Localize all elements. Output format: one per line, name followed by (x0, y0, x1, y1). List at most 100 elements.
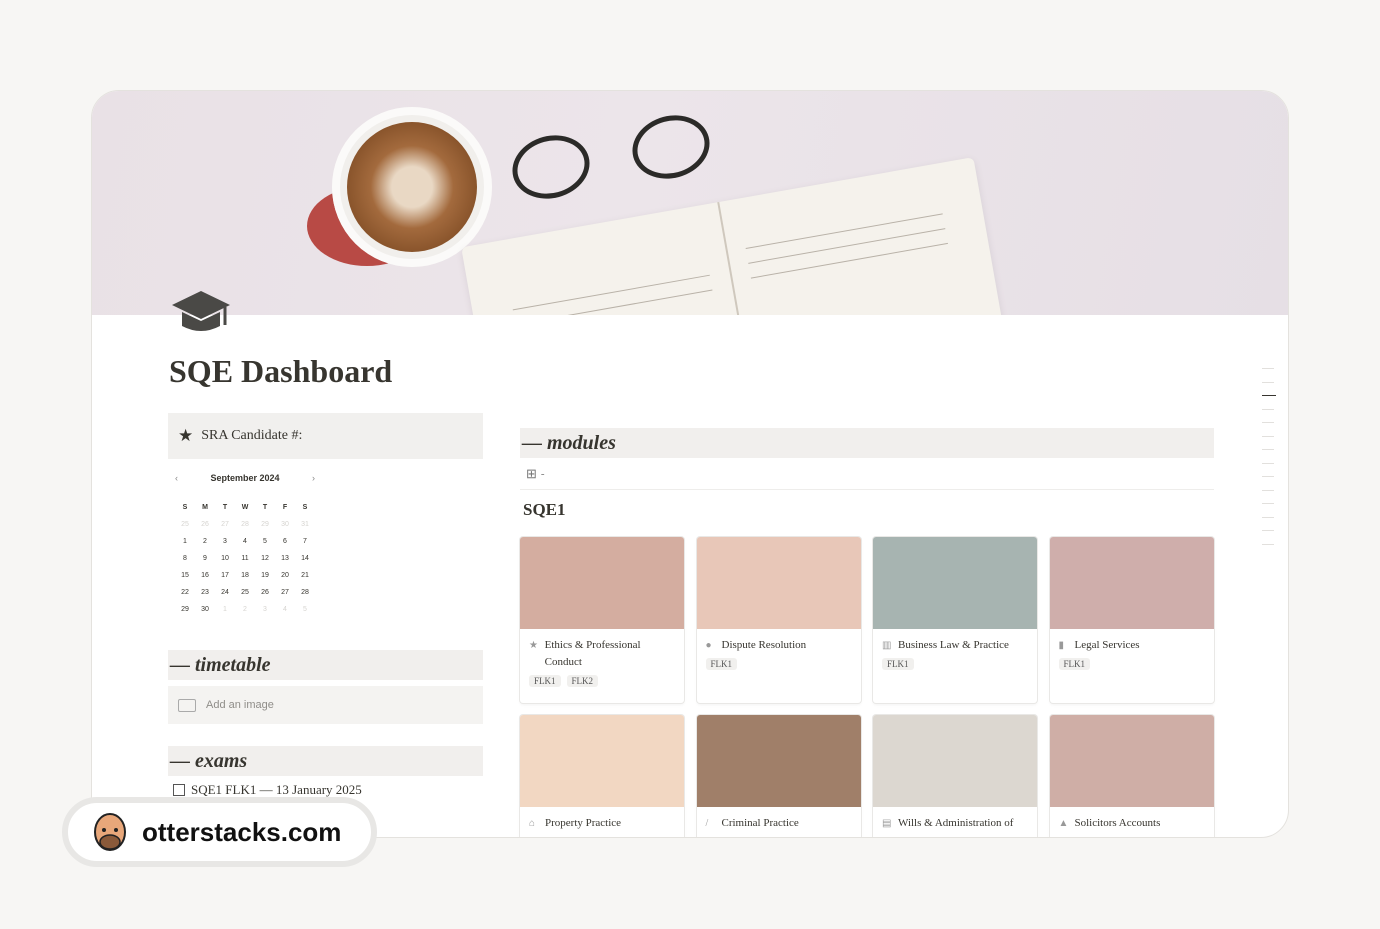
calendar-day[interactable]: 9 (195, 550, 215, 567)
toc-entry[interactable] (1262, 462, 1274, 464)
calendar-day[interactable]: 12 (255, 550, 275, 567)
calendar-month: September 2024 (210, 473, 280, 483)
calendar-day[interactable]: 5 (255, 533, 275, 550)
toc-entry[interactable] (1262, 408, 1274, 410)
tag: FLK1 (529, 675, 561, 687)
toc-entry[interactable] (1262, 422, 1274, 423)
toc-entry[interactable] (1262, 476, 1274, 477)
card-cover (520, 715, 684, 807)
module-card[interactable]: ▥ Business Law & Practice FLK1 (873, 537, 1037, 703)
calendar-day[interactable]: 1 (215, 601, 235, 618)
weekday-label: T (222, 504, 228, 511)
calendar-day[interactable]: 29 (175, 601, 195, 618)
calendar-day[interactable]: 7 (295, 533, 315, 550)
tag: FLK1 (882, 658, 914, 670)
modules-heading: — modules (520, 428, 1214, 458)
module-card[interactable]: ▲ Solicitors Accounts (1049, 715, 1214, 837)
cover-image[interactable] (92, 91, 1288, 315)
calendar-day[interactable]: 14 (295, 550, 315, 567)
graduation-cap-icon[interactable] (170, 287, 232, 337)
image-icon (178, 698, 196, 712)
calendar-day[interactable]: 29 (255, 516, 275, 533)
calendar-day[interactable]: 27 (275, 584, 295, 601)
calendar-day[interactable]: 4 (275, 601, 295, 618)
calendar-day[interactable]: 2 (195, 533, 215, 550)
toc-entry[interactable] (1262, 381, 1274, 383)
calendar-day[interactable]: 16 (195, 567, 215, 584)
calendar-day[interactable]: 6 (275, 533, 295, 550)
module-card[interactable]: / Criminal Practice (696, 715, 861, 837)
calendar-day[interactable]: 31 (295, 516, 315, 533)
calendar-day[interactable]: 30 (195, 601, 215, 618)
calendar-day[interactable]: 8 (175, 550, 195, 567)
toc-entry[interactable] (1262, 543, 1274, 545)
calendar-day[interactable]: 11 (235, 550, 255, 567)
calendar-day[interactable]: 5 (295, 601, 315, 618)
calendar-day[interactable]: 27 (215, 516, 235, 533)
checkbox[interactable] (173, 784, 185, 796)
calendar-day[interactable]: 21 (295, 567, 315, 584)
card-title: Wills & Administration of (898, 817, 1014, 829)
toc-entry[interactable] (1262, 503, 1274, 504)
module-card[interactable]: ⌂ Property Practice (520, 715, 684, 837)
add-image-button[interactable]: Add an image (168, 686, 483, 724)
next-month-button[interactable]: › (312, 473, 315, 483)
calendar-day[interactable]: 19 (255, 567, 275, 584)
tag: FLK1 (1058, 658, 1091, 670)
card-title: Legal Services (1074, 639, 1140, 651)
page-title: SQE Dashboard (169, 353, 393, 389)
calendar-day[interactable]: 1 (175, 533, 195, 550)
calendar-day[interactable]: 30 (275, 516, 295, 533)
pen-icon: / (705, 818, 709, 829)
calendar-day[interactable]: 25 (235, 584, 255, 601)
calendar-day[interactable]: 18 (235, 567, 255, 584)
card-title: Business Law & Practice (898, 639, 1009, 651)
calendar-day[interactable]: 3 (215, 533, 235, 550)
calendar-day[interactable]: 22 (175, 584, 195, 601)
calendar-day[interactable]: 25 (175, 516, 195, 533)
calendar-day[interactable]: 28 (295, 584, 315, 601)
lock-icon: ▲ (1058, 818, 1069, 829)
toc-entry[interactable] (1262, 395, 1276, 396)
module-card[interactable]: ▤ Wills & Administration of (873, 715, 1037, 837)
calendar-day[interactable]: 4 (235, 533, 255, 550)
prev-month-button[interactable]: ‹ (175, 473, 178, 483)
calendar-day[interactable]: 26 (195, 516, 215, 533)
module-card[interactable]: ● Dispute Resolution FLK1 (696, 537, 861, 703)
calendar-day[interactable]: 28 (235, 516, 255, 533)
group-heading: SQE1 (523, 500, 566, 519)
callout-text: SRA Candidate #: (201, 428, 303, 443)
card-title: Criminal Practice (721, 817, 799, 829)
house-icon: ⌂ (529, 818, 536, 829)
calendar-day[interactable]: 26 (255, 584, 275, 601)
sra-candidate-callout[interactable]: ★ SRA Candidate #: (168, 413, 483, 459)
calendar-day[interactable]: 24 (215, 584, 235, 601)
timetable-heading: — timetable (168, 650, 483, 680)
calendar-day[interactable]: 15 (175, 567, 195, 584)
calendar-day[interactable]: 20 (275, 567, 295, 584)
bar-chart-icon: ▥ (882, 640, 892, 651)
gallery-view-tab[interactable]: ⊞ - (520, 458, 1214, 490)
card-cover (696, 715, 861, 807)
gallery-icon: ⊞ (526, 465, 537, 481)
toc-entry[interactable] (1262, 516, 1274, 518)
toc-entry[interactable] (1262, 530, 1274, 531)
card-cover (520, 537, 684, 629)
calendar-day[interactable]: 13 (275, 550, 295, 567)
calendar-day[interactable]: 2 (235, 601, 255, 618)
toc-entry[interactable] (1262, 489, 1274, 491)
toc-entry[interactable] (1262, 368, 1274, 369)
calendar-day[interactable]: 23 (195, 584, 215, 601)
toc-entry[interactable] (1262, 435, 1274, 437)
card-cover (873, 537, 1037, 629)
calendar-day[interactable]: 17 (215, 567, 235, 584)
toc-entry[interactable] (1262, 449, 1274, 450)
module-card[interactable]: ▮ Legal Services FLK1 (1049, 537, 1214, 703)
module-card[interactable]: ★ Ethics & Professional Conduct FLK1 FLK2 (520, 537, 684, 703)
table-of-contents[interactable] (1262, 368, 1276, 557)
todo-item[interactable]: SQE1 FLK1 — 13 January 2025 (168, 782, 483, 798)
weekday-label: F (282, 504, 288, 511)
calendar-day[interactable]: 10 (215, 550, 235, 567)
weekday-label: S (302, 504, 308, 511)
calendar-day[interactable]: 3 (255, 601, 275, 618)
